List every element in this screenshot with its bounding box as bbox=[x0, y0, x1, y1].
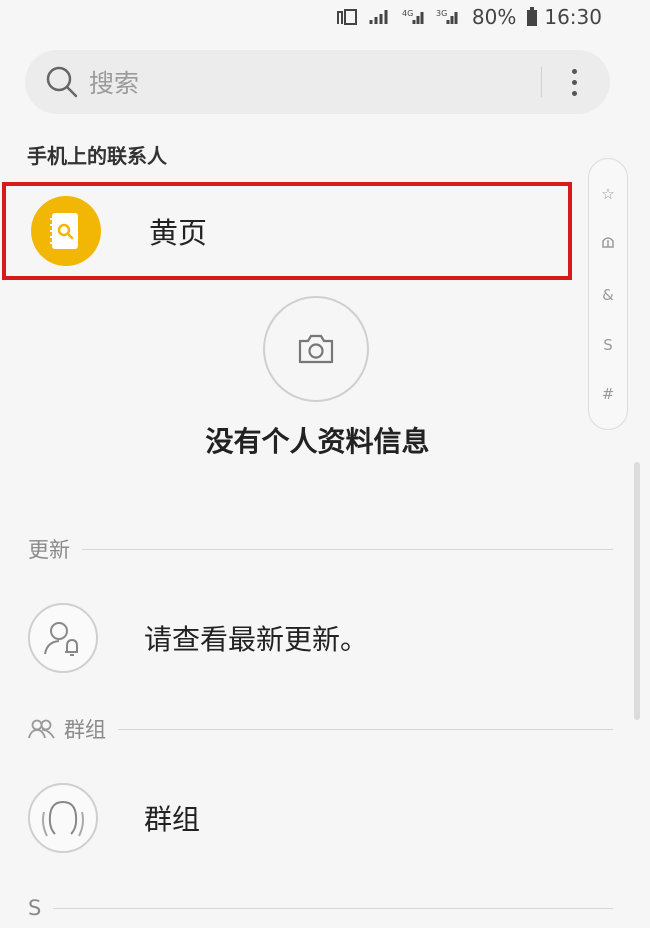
groups-avatar bbox=[28, 783, 98, 853]
section-divider-line bbox=[53, 907, 613, 909]
more-options-button[interactable] bbox=[558, 62, 590, 102]
index-ampersand[interactable]: & bbox=[602, 286, 614, 304]
more-dot-icon bbox=[571, 79, 577, 85]
index-star[interactable]: ☆ bbox=[601, 185, 614, 203]
no-profile-text[interactable]: 没有个人资料信息 bbox=[0, 420, 635, 460]
updates-item-label: 请查看最新更新。 bbox=[144, 623, 369, 656]
section-updates-label: 更新 bbox=[28, 538, 70, 562]
search-divider bbox=[541, 67, 542, 97]
index-korean-icon[interactable] bbox=[600, 234, 616, 254]
section-groups-label: 群组 bbox=[64, 718, 106, 742]
scrollbar[interactable] bbox=[634, 462, 640, 720]
battery-percent: 80% bbox=[471, 5, 517, 29]
index-s[interactable]: S bbox=[603, 336, 613, 354]
signal-3g-icon: 3G bbox=[436, 8, 460, 26]
person-bell-icon bbox=[44, 622, 78, 656]
index-hash[interactable]: # bbox=[602, 385, 615, 403]
section-updates: 更新 bbox=[28, 534, 613, 564]
signal-4g-icon: 4G bbox=[402, 8, 426, 26]
yellow-pages-avatar bbox=[31, 196, 101, 266]
section-divider-line bbox=[82, 548, 613, 550]
svg-text:4G: 4G bbox=[402, 9, 413, 18]
battery-icon bbox=[526, 7, 538, 27]
section-groups: 群组 bbox=[28, 714, 613, 744]
section-s: S bbox=[28, 896, 613, 920]
yellow-pages-label: 黄页 bbox=[149, 216, 208, 250]
profile-photo-button[interactable] bbox=[263, 296, 369, 402]
nfc-icon bbox=[336, 8, 358, 26]
yellow-pages-item[interactable]: 黄页 bbox=[2, 182, 572, 280]
directory-search-icon bbox=[50, 213, 78, 249]
section-header-phone-contacts: 手机上的联系人 bbox=[27, 144, 167, 168]
more-dot-icon bbox=[571, 68, 577, 74]
groups-item[interactable]: 群组 bbox=[28, 778, 618, 858]
more-dot-icon bbox=[571, 90, 577, 96]
section-s-label: S bbox=[28, 896, 42, 920]
section-divider-line bbox=[118, 728, 613, 730]
person-outline-icon bbox=[42, 800, 84, 837]
status-bar: 4G 3G 80% 16:30 bbox=[0, 0, 650, 34]
search-input[interactable]: 搜索 bbox=[89, 64, 541, 100]
updates-item[interactable]: 请查看最新更新。 bbox=[28, 598, 618, 678]
groups-icon bbox=[28, 718, 56, 740]
clock: 16:30 bbox=[544, 5, 602, 29]
svg-text:3G: 3G bbox=[436, 9, 447, 18]
camera-icon bbox=[298, 334, 334, 364]
updates-avatar bbox=[28, 603, 98, 673]
alphabet-index-bar[interactable]: ☆ & S # bbox=[588, 158, 628, 430]
search-icon bbox=[45, 64, 81, 100]
search-bar[interactable]: 搜索 bbox=[25, 50, 610, 114]
signal-icon bbox=[368, 8, 392, 26]
groups-item-label: 群组 bbox=[144, 803, 201, 836]
